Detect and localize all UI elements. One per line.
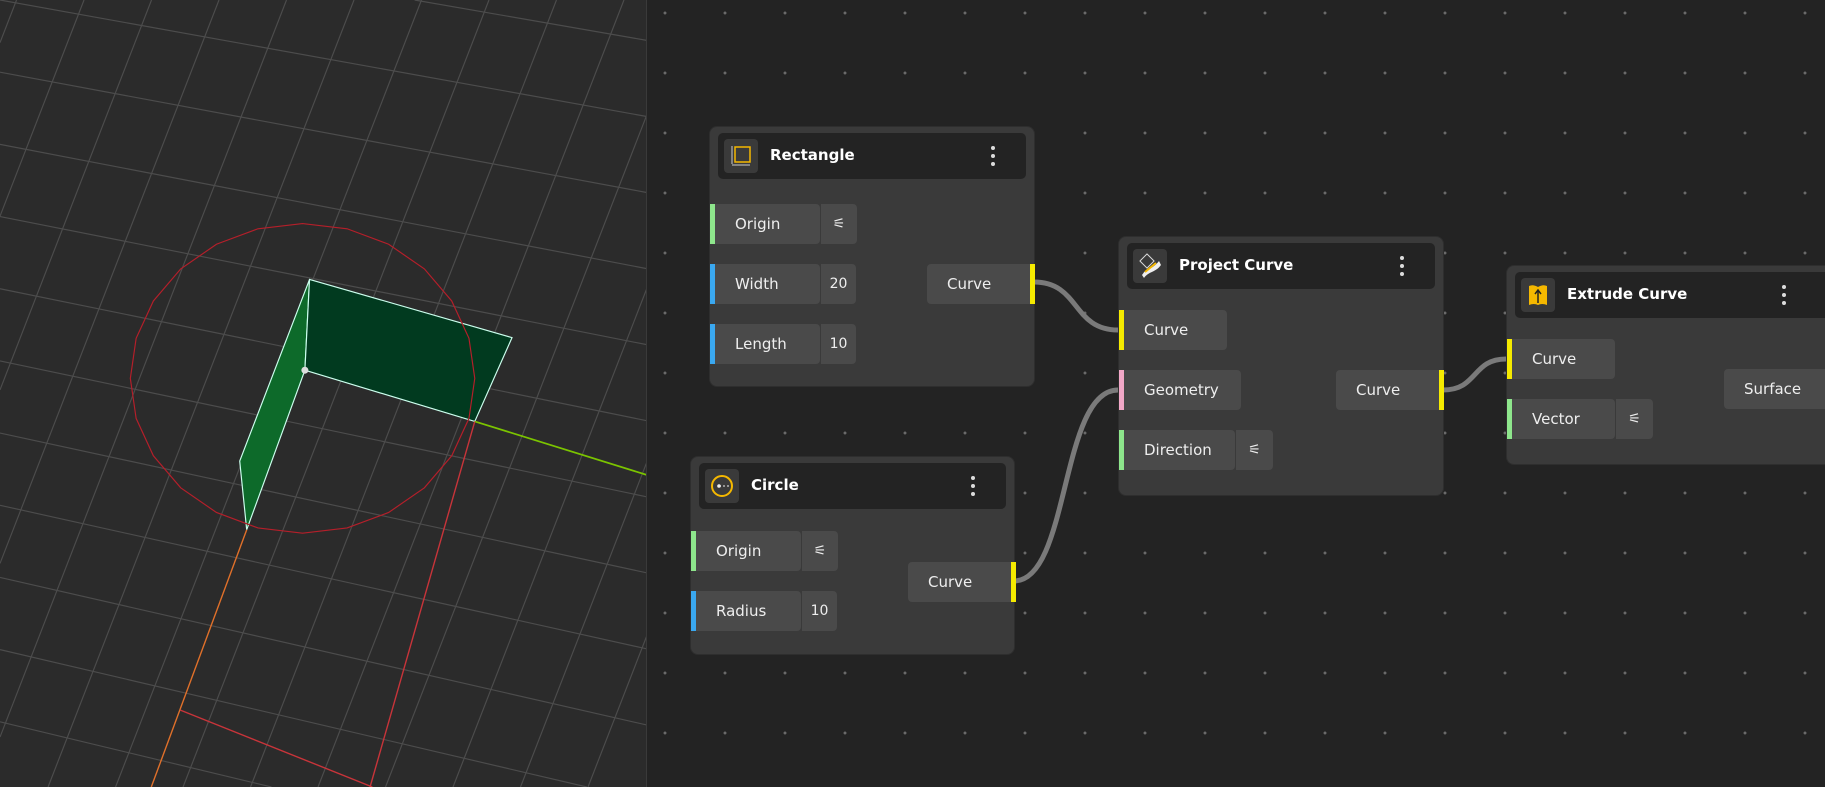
- rectangle-icon: [724, 139, 758, 173]
- input-direction[interactable]: Direction: [1119, 430, 1235, 470]
- grid-line: [519, 462, 646, 787]
- extrude-curve-icon: [1521, 278, 1555, 312]
- grid-line: [0, 721, 272, 787]
- y-axis: [474, 420, 646, 476]
- output-curve[interactable]: Curve: [908, 562, 1016, 602]
- grid-line: [0, 360, 646, 498]
- grid-line: [587, 636, 646, 787]
- output-surface[interactable]: Surface: [1724, 369, 1825, 409]
- 3d-viewport[interactable]: [0, 0, 647, 787]
- extruded-face-2: [304, 278, 513, 423]
- input-label: Length: [735, 335, 787, 353]
- output-label: Curve: [947, 275, 992, 293]
- grid-line: [0, 0, 18, 43]
- node-title: Extrude Curve: [1567, 285, 1688, 303]
- input-label: Radius: [716, 602, 767, 620]
- input-label: Curve: [1532, 350, 1577, 368]
- output-curve[interactable]: Curve: [1336, 370, 1444, 410]
- grid-line: [0, 71, 646, 193]
- more-menu-icon[interactable]: [970, 476, 976, 496]
- input-label: Curve: [1144, 321, 1189, 339]
- node-header[interactable]: Extrude Curve: [1515, 272, 1825, 318]
- output-curve[interactable]: Curve: [927, 264, 1035, 304]
- input-radius[interactable]: Radius: [691, 591, 801, 631]
- sliders-icon[interactable]: ⚟: [801, 531, 838, 571]
- input-width[interactable]: Width: [710, 264, 820, 304]
- grid-line: [0, 0, 220, 564]
- node-header[interactable]: Circle: [699, 463, 1006, 509]
- grid-line: [0, 143, 646, 270]
- more-menu-icon[interactable]: [990, 146, 996, 166]
- node-title: Project Curve: [1179, 256, 1294, 274]
- input-curve[interactable]: Curve: [1119, 310, 1227, 350]
- grid-line: [0, 432, 646, 574]
- grid-line: [0, 0, 153, 391]
- input-label: Vector: [1532, 410, 1580, 428]
- project-curve-node[interactable]: Project Curve Curve Geometry Direction ⚟…: [1118, 236, 1444, 496]
- grid-line: [47, 0, 355, 787]
- input-label: Direction: [1144, 441, 1212, 459]
- extrude-curve-node[interactable]: Extrude Curve Curve Vector ⚟ Surface: [1506, 265, 1825, 465]
- sliders-icon[interactable]: ⚟: [1615, 399, 1653, 439]
- radius-value[interactable]: 10: [801, 591, 837, 631]
- node-title: Circle: [751, 476, 799, 494]
- circle-node[interactable]: Circle Origin ⚟ Radius 10 Curve: [690, 456, 1016, 655]
- grid-line: [0, 0, 288, 738]
- input-vector[interactable]: Vector: [1507, 399, 1615, 439]
- input-label: Origin: [716, 542, 762, 560]
- output-label: Curve: [1356, 381, 1401, 399]
- input-label: Geometry: [1144, 381, 1219, 399]
- output-label: Curve: [928, 573, 973, 591]
- input-label: Width: [735, 275, 779, 293]
- origin-point: [301, 366, 309, 374]
- more-menu-icon[interactable]: [1399, 256, 1405, 276]
- node-title: Rectangle: [770, 146, 855, 164]
- grid-line: [0, 504, 646, 650]
- input-geometry[interactable]: Geometry: [1119, 370, 1241, 410]
- width-value[interactable]: 20: [820, 264, 856, 304]
- more-menu-icon[interactable]: [1781, 285, 1787, 305]
- grid-line: [0, 0, 85, 217]
- input-curve[interactable]: Curve: [1507, 339, 1615, 379]
- project-curve-icon: [1133, 249, 1167, 283]
- sliders-icon[interactable]: ⚟: [820, 204, 857, 244]
- input-origin[interactable]: Origin: [691, 531, 801, 571]
- input-label: Origin: [735, 215, 781, 233]
- circle-icon: [705, 469, 739, 503]
- grid-line: [414, 0, 646, 41]
- ground-grid: [0, 0, 646, 787]
- input-length[interactable]: Length: [710, 324, 820, 364]
- input-origin[interactable]: Origin: [710, 204, 820, 244]
- node-header[interactable]: Rectangle: [718, 133, 1026, 179]
- sliders-icon[interactable]: ⚟: [1235, 430, 1273, 470]
- output-label: Surface: [1744, 380, 1802, 398]
- viewport-scene: [0, 0, 646, 787]
- length-value[interactable]: 10: [820, 324, 856, 364]
- x-axis: [369, 421, 476, 787]
- rectangle-node[interactable]: Rectangle Origin ⚟ Width 20 Length 10 Cu…: [709, 126, 1035, 387]
- node-header[interactable]: Project Curve: [1127, 243, 1435, 289]
